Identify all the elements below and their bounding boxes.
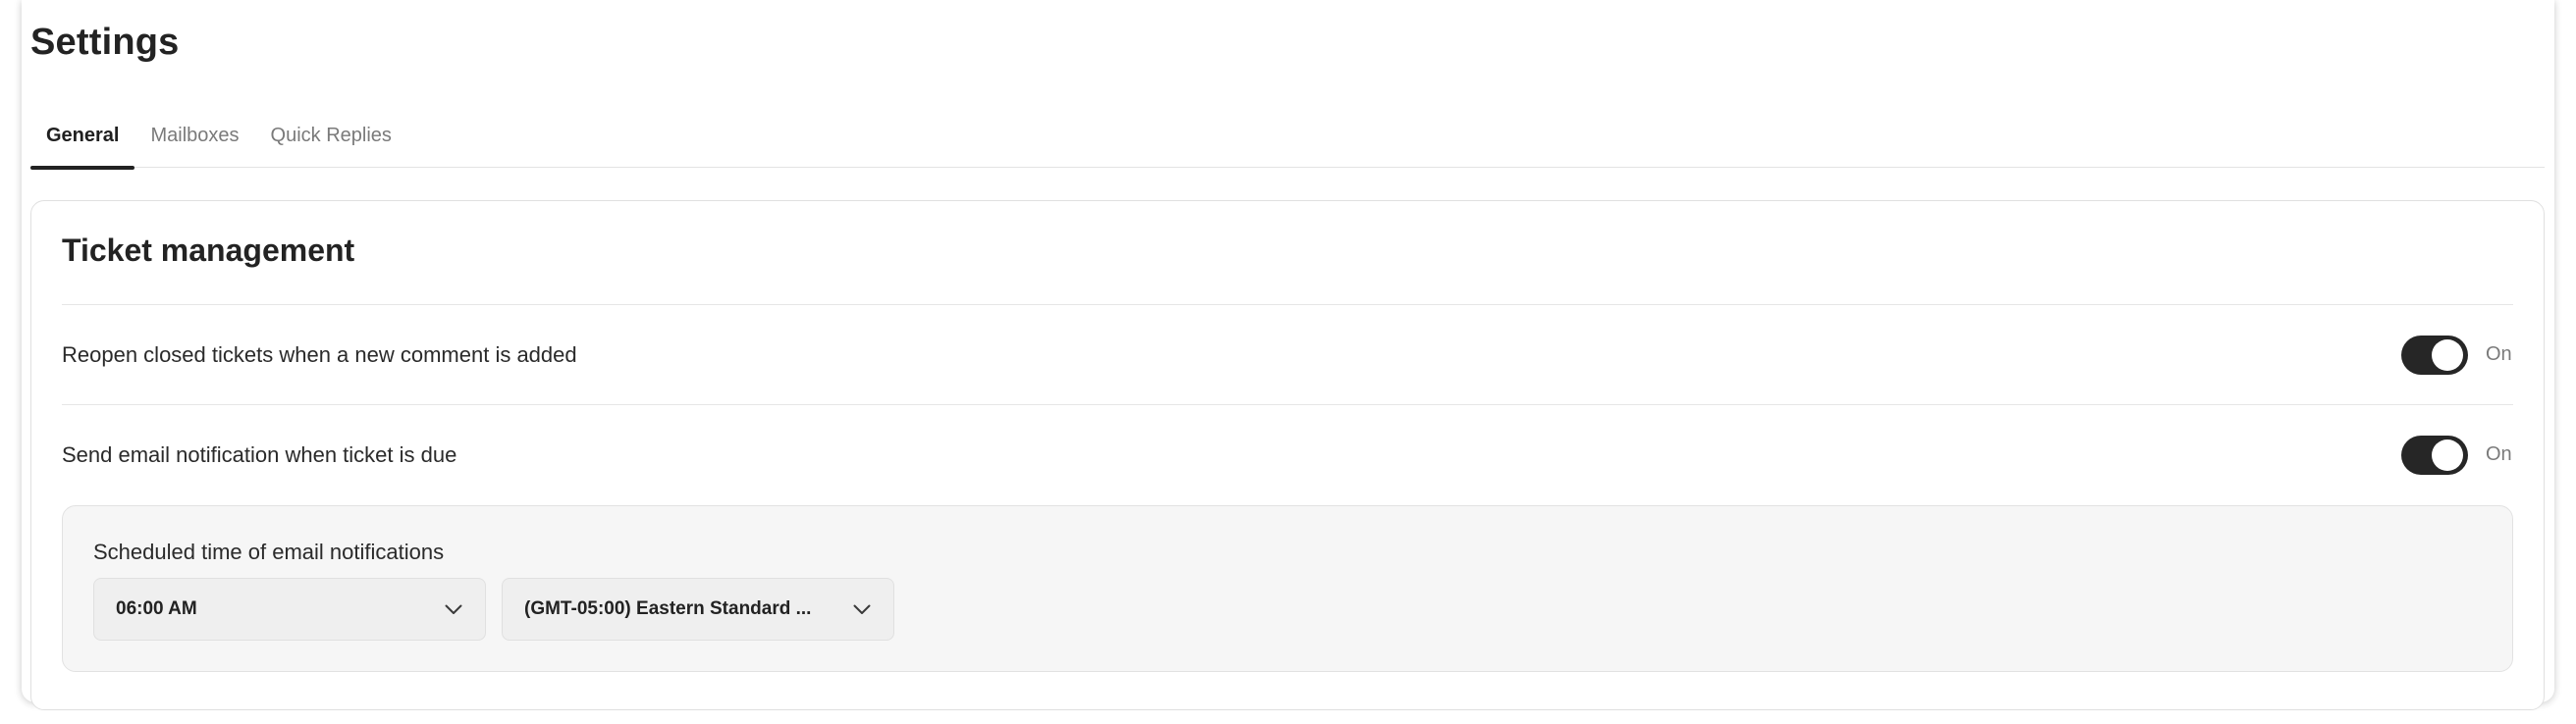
notification-time-value: 06:00 AM xyxy=(116,598,197,619)
reopen-closed-tickets-row: Reopen closed tickets when a new comment… xyxy=(62,304,2513,404)
tab-quick-replies[interactable]: Quick Replies xyxy=(255,103,407,168)
notification-timezone-select[interactable]: (GMT-05:00) Eastern Standard ... xyxy=(502,578,894,641)
toggle-knob xyxy=(2432,439,2463,471)
reopen-closed-tickets-label: Reopen closed tickets when a new comment… xyxy=(62,341,577,367)
settings-tabs: General Mailboxes Quick Replies xyxy=(30,103,2545,170)
toggle-knob xyxy=(2432,338,2463,371)
ticket-management-title: Ticket management xyxy=(62,233,355,268)
email-notification-toggle-state: On xyxy=(2486,443,2512,465)
email-notification-row: Send email notification when ticket is d… xyxy=(62,404,2513,504)
reopen-closed-tickets-toggle-group: On xyxy=(2401,335,2513,375)
notification-schedule-panel: Scheduled time of email notifications 06… xyxy=(62,505,2513,672)
reopen-closed-tickets-toggle[interactable] xyxy=(2401,335,2468,375)
chevron-down-icon xyxy=(444,599,463,619)
tab-general[interactable]: General xyxy=(30,103,135,170)
notification-timezone-value: (GMT-05:00) Eastern Standard ... xyxy=(524,598,812,619)
tab-mailboxes-label: Mailboxes xyxy=(150,124,240,146)
notification-time-select[interactable]: 06:00 AM xyxy=(93,578,486,641)
email-notification-toggle[interactable] xyxy=(2401,435,2468,475)
notification-schedule-label: Scheduled time of email notifications xyxy=(93,540,445,564)
email-notification-label: Send email notification when ticket is d… xyxy=(62,441,457,467)
chevron-down-icon xyxy=(852,599,872,619)
reopen-closed-tickets-toggle-state: On xyxy=(2486,343,2512,365)
tab-quick-replies-label: Quick Replies xyxy=(270,124,392,146)
tab-mailboxes[interactable]: Mailboxes xyxy=(134,103,254,168)
ticket-management-card: Ticket management Reopen closed tickets … xyxy=(30,200,2545,710)
settings-window: Settings General Mailboxes Quick Replies… xyxy=(22,0,2554,710)
email-notification-toggle-group: On xyxy=(2401,435,2513,475)
tab-general-label: General xyxy=(46,124,120,146)
page-title: Settings xyxy=(30,22,180,63)
